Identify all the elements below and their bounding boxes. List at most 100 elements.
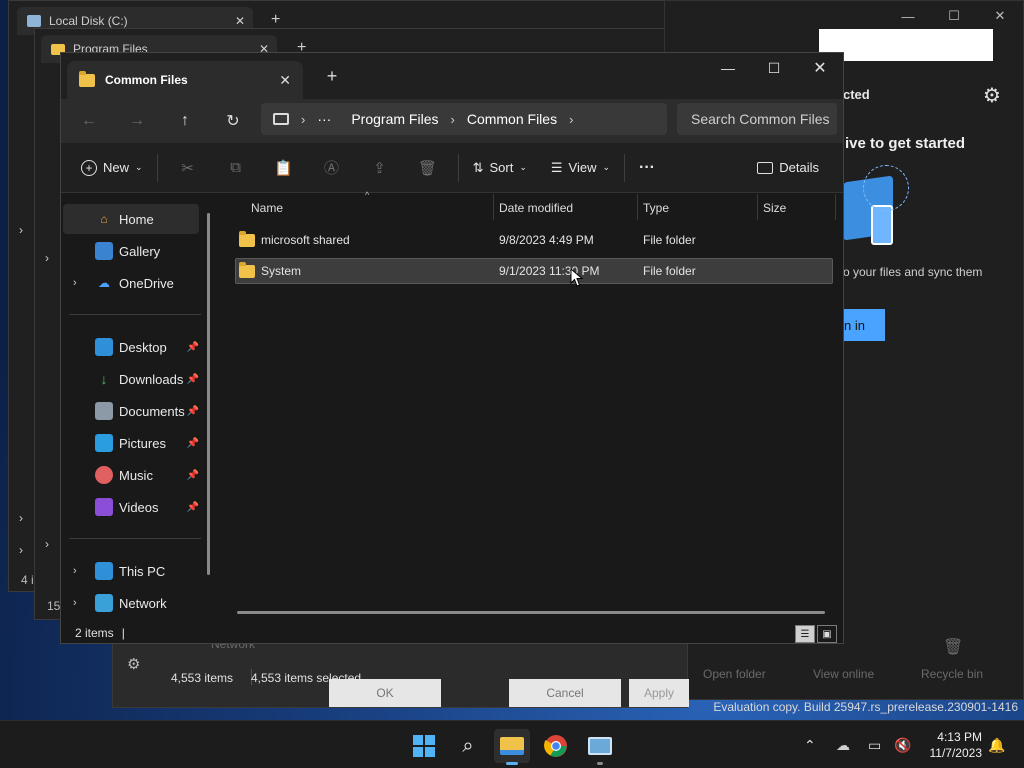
- taskbar: ⌕ ⌃ ☁ ▭ 🔇 4:13 PM 11/7/2023 🔔: [0, 720, 1024, 768]
- onedrive-view-online[interactable]: View online: [813, 667, 874, 681]
- sidebar-item-network[interactable]: › Network: [63, 588, 199, 618]
- gear-icon[interactable]: ⚙: [127, 655, 140, 673]
- table-row-selected[interactable]: System 9/1/2023 11:30 PM File folder: [235, 258, 833, 284]
- close-icon[interactable]: ✕: [977, 1, 1023, 31]
- sidebar-item-music[interactable]: Music 📌: [63, 460, 199, 490]
- sidebar-item-documents[interactable]: Documents 📌: [63, 396, 199, 426]
- sidebar-scrollbar[interactable]: [207, 213, 210, 575]
- onedrive-tray-icon[interactable]: ☁: [836, 721, 850, 768]
- chevron-right-icon[interactable]: ›: [73, 597, 77, 609]
- view-button[interactable]: ☰ View ⌄: [543, 152, 618, 184]
- column-divider[interactable]: [757, 194, 758, 220]
- back-arrow-icon[interactable]: ←: [65, 105, 113, 137]
- breadcrumb-program-files[interactable]: Program Files: [351, 111, 438, 127]
- chevron-right-icon[interactable]: ›: [73, 277, 77, 289]
- start-button[interactable]: [406, 729, 442, 763]
- sidebar-item-videos[interactable]: Videos 📌: [63, 492, 199, 522]
- chevron-right-icon[interactable]: ›: [301, 112, 305, 127]
- sidebar-item-gallery[interactable]: Gallery: [63, 236, 199, 266]
- new-tab-button[interactable]: +: [319, 63, 345, 89]
- column-divider[interactable]: [493, 194, 494, 220]
- details-button[interactable]: Details: [749, 152, 827, 184]
- column-divider[interactable]: [835, 194, 836, 220]
- sidebar-item-desktop[interactable]: Desktop 📌: [63, 332, 199, 362]
- pin-icon[interactable]: 📌: [187, 342, 199, 353]
- breadcrumb-overflow[interactable]: ···: [317, 111, 331, 127]
- more-options-button[interactable]: ···: [631, 152, 663, 184]
- delete-icon[interactable]: 🗑: [412, 152, 444, 184]
- notification-bell-icon[interactable]: 🔔: [988, 721, 1005, 768]
- column-header-name[interactable]: Name: [251, 194, 283, 222]
- pin-icon[interactable]: 📌: [187, 406, 199, 417]
- trash-icon: 🗑: [943, 639, 964, 656]
- copy-icon[interactable]: ⧉: [220, 152, 252, 184]
- taskbar-photos[interactable]: [582, 729, 618, 765]
- sidebar-item-pictures[interactable]: Pictures 📌: [63, 428, 199, 458]
- forward-arrow-icon[interactable]: →: [113, 105, 161, 137]
- paste-icon[interactable]: 📋: [268, 152, 300, 184]
- ok-button[interactable]: OK: [329, 679, 441, 707]
- title-bar[interactable]: Common Files ✕ + — ☐ ✕: [61, 53, 843, 99]
- chevron-right-icon[interactable]: ›: [569, 112, 573, 127]
- gear-icon[interactable]: ⚙: [983, 83, 1001, 108]
- file-explorer-window[interactable]: Common Files ✕ + — ☐ ✕ ← → ↑ ↻ › ··· Pro…: [60, 52, 844, 644]
- chevron-right-icon[interactable]: ›: [73, 565, 77, 577]
- onedrive-open-folder[interactable]: Open folder: [703, 667, 766, 681]
- chevron-right-icon[interactable]: ›: [19, 511, 23, 525]
- column-header-type[interactable]: Type: [643, 194, 669, 222]
- sidebar-divider: [69, 314, 201, 315]
- close-tab-icon[interactable]: ✕: [279, 72, 291, 89]
- sidebar-item-home[interactable]: ⌂ Home: [63, 204, 199, 234]
- sidebar-item-label: This PC: [119, 563, 166, 579]
- table-row[interactable]: microsoft shared 9/8/2023 4:49 PM File f…: [235, 228, 833, 254]
- new-tab-icon[interactable]: +: [271, 11, 280, 29]
- background-tab-title: Local Disk (C:): [49, 14, 128, 28]
- cut-icon[interactable]: ✂: [172, 152, 204, 184]
- breadcrumb-common-files[interactable]: Common Files: [467, 111, 557, 127]
- minimize-button[interactable]: —: [705, 53, 751, 83]
- column-divider[interactable]: [637, 194, 638, 220]
- rename-icon[interactable]: Ⓐ: [316, 152, 348, 184]
- column-header-date-modified[interactable]: Date modified: [499, 194, 573, 222]
- close-icon[interactable]: ✕: [235, 14, 245, 28]
- apply-button[interactable]: Apply: [629, 679, 689, 707]
- search-input[interactable]: Search Common Files: [677, 103, 837, 135]
- pin-icon[interactable]: 📌: [187, 502, 199, 513]
- maximize-icon[interactable]: ☐: [931, 1, 977, 31]
- refresh-icon[interactable]: ↻: [209, 105, 257, 137]
- pin-icon[interactable]: 📌: [187, 438, 199, 449]
- desktop-icon: [95, 338, 113, 356]
- taskbar-chrome[interactable]: [538, 729, 574, 763]
- search-icon[interactable]: ⌕: [450, 729, 486, 763]
- show-hidden-icons[interactable]: ⌃: [804, 721, 816, 768]
- details-view-icon[interactable]: ☰: [795, 625, 815, 643]
- sidebar-item-downloads[interactable]: ↓ Downloads 📌: [63, 364, 200, 394]
- horizontal-scrollbar[interactable]: [237, 611, 825, 614]
- taskbar-file-explorer[interactable]: [494, 729, 530, 765]
- up-arrow-icon[interactable]: ↑: [161, 105, 209, 137]
- chevron-right-icon[interactable]: ›: [19, 223, 23, 237]
- pin-icon[interactable]: 📌: [187, 374, 199, 385]
- network-tray-icon[interactable]: ▭: [868, 721, 881, 768]
- sidebar-item-onedrive[interactable]: › ☁ OneDrive: [63, 268, 199, 298]
- minimize-icon[interactable]: —: [885, 1, 931, 31]
- pin-icon[interactable]: 📌: [187, 470, 199, 481]
- sort-button[interactable]: ⇅ Sort ⌄: [465, 152, 535, 184]
- maximize-button[interactable]: ☐: [751, 53, 797, 83]
- chevron-right-icon[interactable]: ›: [45, 537, 49, 551]
- new-button[interactable]: + New ⌄: [73, 152, 151, 184]
- volume-muted-icon[interactable]: 🔇: [894, 721, 911, 768]
- chevron-right-icon[interactable]: ›: [450, 112, 454, 127]
- close-window-button[interactable]: ✕: [797, 53, 843, 83]
- tab-common-files[interactable]: Common Files ✕: [67, 61, 303, 99]
- clock[interactable]: 4:13 PM 11/7/2023: [930, 729, 983, 761]
- onedrive-recycle-bin[interactable]: Recycle bin: [921, 667, 983, 681]
- cancel-button[interactable]: Cancel: [509, 679, 621, 707]
- address-bar[interactable]: › ··· Program Files › Common Files ›: [261, 103, 667, 135]
- tiles-view-icon[interactable]: ▣: [817, 625, 837, 643]
- chevron-right-icon[interactable]: ›: [19, 543, 23, 557]
- chevron-right-icon[interactable]: ›: [45, 251, 49, 265]
- sidebar-item-this-pc[interactable]: › This PC: [63, 556, 199, 586]
- column-header-size[interactable]: Size: [763, 194, 786, 222]
- share-icon[interactable]: ⇪: [364, 152, 396, 184]
